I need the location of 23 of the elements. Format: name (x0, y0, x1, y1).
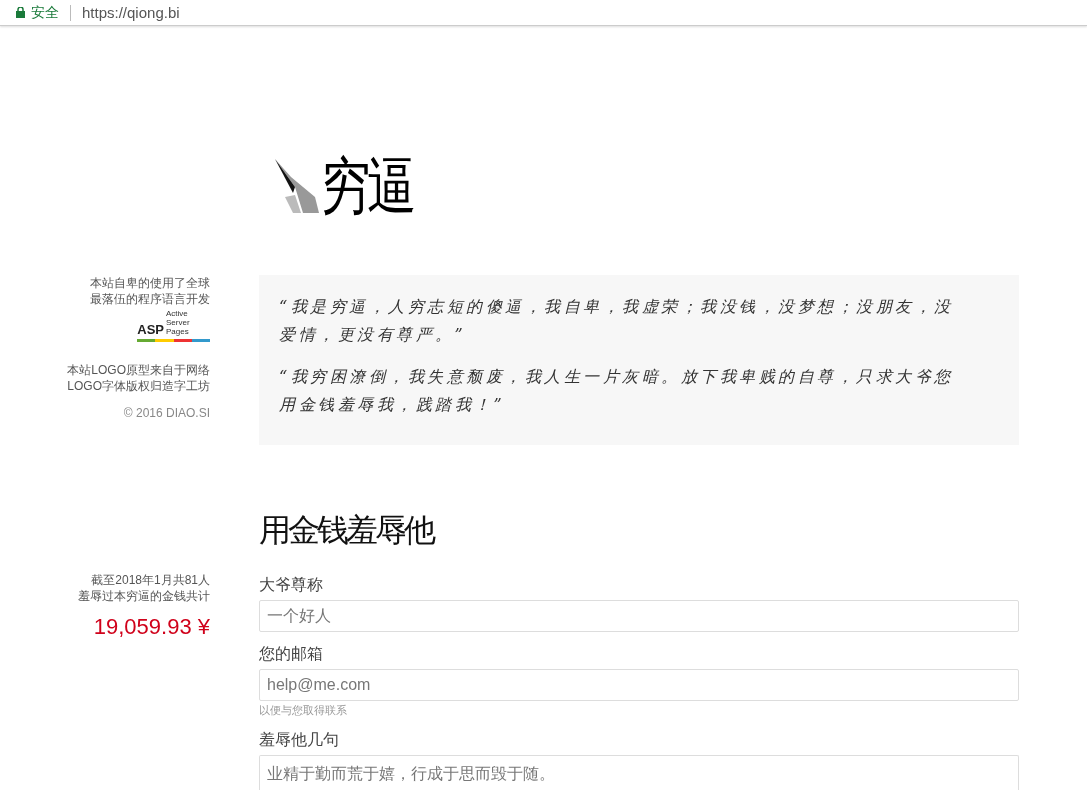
input-field[interactable]: help@me.com (259, 669, 1019, 701)
site-logo-title: 穷逼 (321, 151, 414, 221)
credit-text: 本站自卑的使用了全球 (90, 275, 210, 291)
credit-text: LOGO字体版权归造字工坊 (67, 378, 210, 394)
stats-caption: 羞辱过本穷逼的金钱共计 (78, 588, 210, 604)
field-label: 羞辱他几句 (259, 730, 340, 750)
url-text: https://qiong.bi (82, 4, 180, 21)
credit-text: 本站LOGO原型来自于网络 (67, 362, 210, 378)
security-label: 安全 (31, 3, 59, 22)
address-bar[interactable]: 安全 https://qiong.bi (0, 0, 1087, 26)
input-field[interactable]: 一个好人 (259, 600, 1019, 632)
stats-caption: 截至2018年1月共81人 (91, 572, 210, 588)
message-field[interactable]: 业精于勤而荒于嬉，行成于思而毁于随。 (259, 755, 1019, 790)
help-text: 以便与您取得联系 (259, 703, 348, 718)
quote-text: “我是穷逼，人穷志短的傻逼，我自卑，我虚荣；我没钱，没梦想；没朋友，没爱情，更没有尊严。” (279, 296, 955, 346)
quote-text: “我穷困潦倒，我失意颓废，我人生一片灰暗。放下我卑贱的自尊，只求大爷您用金钱羞辱我，践踏我！” (279, 366, 955, 416)
form-heading: 用金钱羞辱他 (259, 511, 435, 550)
lock-icon (16, 7, 25, 18)
field-label: 您的邮箱 (259, 644, 324, 664)
copyright-text: © 2016 DIAO.SI (123, 406, 210, 420)
money-total: 19,059.93 ¥ (93, 614, 210, 640)
credit-text: 最落伍的程序语言开发 (90, 291, 210, 307)
field-label: 大爷尊称 (259, 575, 324, 595)
